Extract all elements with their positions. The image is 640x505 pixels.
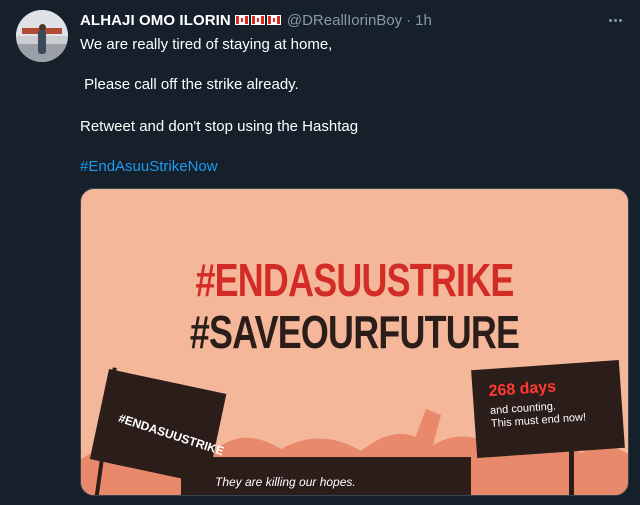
tweet-text-line: Retweet and don't stop using the Hashtag (80, 118, 359, 135)
canada-flag-icon (234, 15, 249, 25)
separator: · (406, 11, 412, 29)
sign-subtext: and counting. This must end now! (490, 396, 620, 431)
tweet[interactable]: ALHAJI OMO ILORIN @DReallIorinBoy · 1h W… (0, 0, 640, 505)
image-headline-1: #ENDASUUSTRIKE (195, 254, 514, 306)
avatar[interactable] (16, 10, 68, 62)
banner-text: They are killing our hopes. (215, 475, 356, 489)
canada-flag-icon (266, 15, 281, 25)
tweet-header: ALHAJI OMO ILORIN @DReallIorinBoy · 1h (80, 10, 432, 30)
protest-sign: 268 days and counting. This must end now… (471, 359, 625, 459)
sign-days: 268 days (488, 378, 557, 401)
canada-flag-icon (250, 15, 265, 25)
more-options-icon[interactable] (604, 10, 626, 30)
flag-emojis (234, 15, 281, 25)
tweet-text-line: We are really tired of staying at home, (80, 36, 333, 53)
tweet-image[interactable]: #ENDASUUSTRIKE #SAVEOURFUTURE #ENDASUUST… (80, 188, 629, 496)
sign-pole (569, 449, 574, 495)
display-name[interactable]: ALHAJI OMO ILORIN (80, 12, 231, 29)
protest-banner: They are killing our hopes. (181, 457, 471, 495)
tweet-text-line: Please call off the strike already. (80, 76, 299, 93)
hashtag-link[interactable]: #EndAsuuStrikeNow (80, 158, 218, 175)
user-handle[interactable]: @DReallIorinBoy (287, 12, 402, 29)
timestamp[interactable]: 1h (415, 12, 432, 29)
image-headline-2: #SAVEOURFUTURE (189, 306, 520, 358)
